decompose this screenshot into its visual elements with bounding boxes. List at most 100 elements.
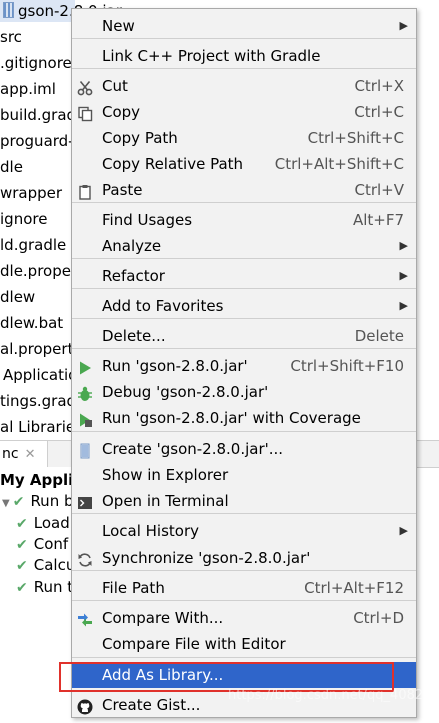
scissors-icon <box>77 78 93 96</box>
build-tree-item[interactable]: ✔ Calcu <box>16 555 75 576</box>
submenu-arrow-icon: ▶ <box>399 239 408 252</box>
menu-item-show-in-explorer[interactable]: Show in Explorer <box>72 462 416 488</box>
copy-icon <box>77 104 93 122</box>
menu-item-shortcut: Ctrl+Alt+Shift+C <box>274 155 404 173</box>
tree-item-label: al Librarie <box>0 418 76 436</box>
tree-item[interactable]: ignore <box>0 208 47 230</box>
menu-item-refactor[interactable]: Refactor ▶ <box>72 263 416 289</box>
build-item-label: Run t <box>33 577 74 596</box>
menu-item-local-history[interactable]: Local History ▶ <box>72 518 416 544</box>
debug-icon <box>77 384 93 401</box>
menu-item-shortcut: Ctrl+Alt+F12 <box>304 579 404 597</box>
tree-item[interactable]: al Librarie <box>0 416 75 438</box>
tree-item-label: al.propert <box>0 340 74 358</box>
menu-item-shortcut: Ctrl+X <box>354 77 404 95</box>
tree-item[interactable]: dle.prope <box>0 260 71 282</box>
menu-item-create-gson-2-8-0-jar[interactable]: Create 'gson-2.8.0.jar'... <box>72 436 416 462</box>
menu-item-label: Copy Relative Path <box>102 155 244 173</box>
menu-item-shortcut: Ctrl+C <box>354 103 404 121</box>
tree-item-label: tings.grad <box>0 392 77 410</box>
compare-icon <box>77 610 93 627</box>
sync-icon <box>77 550 93 567</box>
submenu-arrow-icon: ▶ <box>399 19 408 32</box>
tree-item[interactable]: dle <box>0 156 23 178</box>
menu-item-analyze[interactable]: Analyze ▶ <box>72 233 416 259</box>
tree-item[interactable]: dlew <box>0 286 35 308</box>
build-tree-item[interactable]: ✔ Conf <box>16 534 68 555</box>
menu-item-label: Add to Favorites <box>102 297 224 315</box>
menu-item-run-gson-2-8-0-jar[interactable]: Run 'gson-2.8.0.jar' Ctrl+Shift+F10 <box>72 353 416 379</box>
tree-item[interactable]: ld.gradle <box>0 234 66 256</box>
tree-item[interactable]: dlew.bat <box>0 312 63 334</box>
menu-item-paste[interactable]: Paste Ctrl+V <box>72 177 416 203</box>
menu-item-cut[interactable]: Cut Ctrl+X <box>72 73 416 99</box>
menu-item-shortcut: Ctrl+Shift+F10 <box>290 357 404 375</box>
build-tab[interactable]: nc ✕ <box>0 441 48 467</box>
tree-item[interactable]: tings.grad <box>0 390 76 412</box>
submenu-arrow-icon: ▶ <box>399 269 408 282</box>
success-check-icon: ✔ <box>16 579 28 596</box>
menu-item-label: New <box>102 17 135 35</box>
menu-item-label: Paste <box>102 181 143 199</box>
build-tree-item[interactable]: ✔ Load <box>16 513 70 534</box>
success-check-icon: ✔ <box>16 558 28 575</box>
menu-item-copy[interactable]: Copy Ctrl+C <box>72 99 416 125</box>
menu-item-debug-gson-2-8-0-jar[interactable]: Debug 'gson-2.8.0.jar' <box>72 379 416 405</box>
tree-item[interactable]: proguard- <box>0 130 74 152</box>
menu-item-label: Cut <box>102 77 128 95</box>
tree-item[interactable]: app.iml <box>0 78 56 100</box>
project-tree: gson-2.8.0.jar src .gitignore app.iml build.… <box>0 0 122 440</box>
menu-item-synchronize-gson-2-8-0-jar[interactable]: Synchronize 'gson-2.8.0.jar' <box>72 545 416 571</box>
menu-item-add-to-favorites[interactable]: Add to Favorites ▶ <box>72 293 416 319</box>
tree-item-label: proguard- <box>0 132 74 150</box>
jar-icon <box>77 441 93 459</box>
tree-item[interactable]: build.grad <box>0 104 76 126</box>
tree-item-label: src <box>0 28 22 46</box>
menu-item-label: Copy Path <box>102 129 178 147</box>
menu-item-label: Open in Terminal <box>102 492 229 510</box>
menu-item-label: Create Gist... <box>102 696 201 714</box>
menu-item-label: Debug 'gson-2.8.0.jar' <box>102 383 269 401</box>
tree-item[interactable]: wrapper <box>0 182 62 204</box>
menu-item-run-gson-2-8-0-jar-with-coverage[interactable]: Run 'gson-2.8.0.jar' with Coverage <box>72 405 416 431</box>
menu-item-label: Local History <box>102 522 200 540</box>
menu-item-label: Compare With... <box>102 609 224 627</box>
close-icon[interactable]: ✕ <box>25 447 36 462</box>
build-tree-item[interactable]: ✔ Run t <box>16 577 73 598</box>
menu-item-copy-relative-path[interactable]: Copy Relative Path Ctrl+Alt+Shift+C <box>72 151 416 177</box>
menu-item-label: Refactor <box>102 267 165 285</box>
tree-item-label: Applicatio <box>3 366 78 384</box>
tree-item-label: dlew <box>0 288 36 306</box>
menu-item-delete[interactable]: Delete... Delete <box>72 323 416 349</box>
tree-item[interactable]: .gitignore <box>0 52 72 74</box>
context-menu: New ▶ Link C++ Project with Gradle Cut Ctrl+… <box>71 8 417 718</box>
menu-item-new[interactable]: New ▶ <box>72 13 416 39</box>
menu-separator <box>72 657 416 658</box>
tree-item-label: build.grad <box>0 106 77 124</box>
menu-item-compare-file-with-editor[interactable]: Compare File with Editor <box>72 631 416 657</box>
menu-separator <box>72 431 416 432</box>
tree-item-label: ld.gradle <box>0 236 67 254</box>
menu-item-find-usages[interactable]: Find Usages Alt+F7 <box>72 207 416 233</box>
tree-item-label: dlew.bat <box>0 314 64 332</box>
menu-item-shortcut: Ctrl+V <box>354 181 404 199</box>
tree-item[interactable]: al.propert <box>0 338 73 360</box>
menu-item-label: File Path <box>102 579 165 597</box>
tree-item[interactable]: Applicatio <box>3 364 77 386</box>
clipboard-icon <box>77 182 93 200</box>
menu-item-file-path[interactable]: File Path Ctrl+Alt+F12 <box>72 575 416 601</box>
submenu-arrow-icon: ▶ <box>399 524 408 537</box>
menu-item-open-in-terminal[interactable]: Open in Terminal <box>72 488 416 514</box>
menu-item-shortcut: Ctrl+Shift+C <box>307 129 404 147</box>
menu-item-link-c-project-with-gradle[interactable]: Link C++ Project with Gradle <box>72 43 416 69</box>
build-item-label: Conf <box>33 534 69 553</box>
tree-item-label: dle <box>0 158 23 176</box>
menu-item-copy-path[interactable]: Copy Path Ctrl+Shift+C <box>72 125 416 151</box>
tree-item[interactable]: src <box>0 26 22 48</box>
menu-item-label: Link C++ Project with Gradle <box>102 47 321 65</box>
success-check-icon: ✔ <box>12 494 25 511</box>
tree-item[interactable]: gson-2.8.0.jar <box>0 0 122 22</box>
menu-item-compare-with[interactable]: Compare With... Ctrl+D <box>72 605 416 631</box>
build-item-label: Calcu <box>33 556 76 575</box>
expand-icon[interactable]: ▼ <box>2 498 10 509</box>
